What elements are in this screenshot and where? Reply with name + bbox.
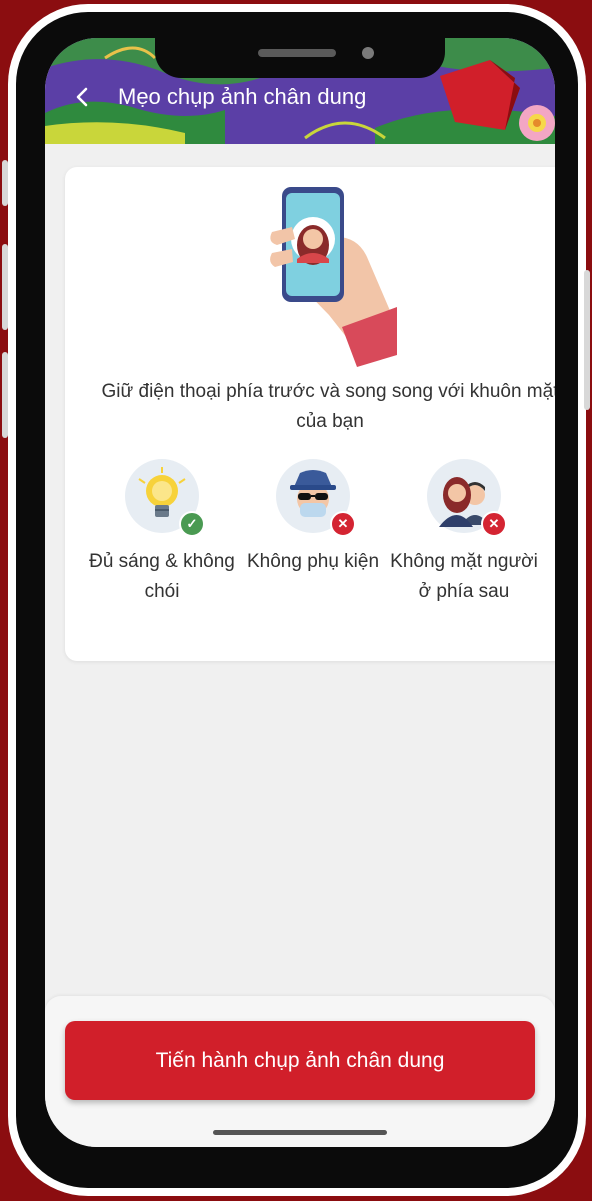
tip-label: Đủ sáng & không chói <box>89 551 235 602</box>
chevron-left-icon[interactable] <box>67 82 97 112</box>
notch <box>155 38 445 78</box>
start-portrait-capture-button[interactable]: Tiến hành chụp ảnh chân dung <box>65 1021 535 1100</box>
tip-no-people: ✕ Không mặt người ở phía sau <box>389 459 539 607</box>
speaker <box>258 49 336 57</box>
tip-accessories: ✕ Không phụ kiện <box>238 459 388 577</box>
people-icon: ✕ <box>427 459 507 537</box>
instruction-text: Giữ điện thoại phía trước và song song v… <box>101 381 556 432</box>
tip-lighting: ✓ Đủ sáng & không chói <box>87 459 237 607</box>
power-button <box>584 270 590 410</box>
page-title: Mẹo chụp ảnh chân dung <box>118 84 367 109</box>
volume-up-button <box>2 244 8 330</box>
home-indicator <box>213 1130 387 1135</box>
mute-switch <box>2 160 8 206</box>
tip-label: Không phụ kiện <box>246 551 380 572</box>
accessories-icon: ✕ <box>276 459 356 537</box>
front-camera <box>362 47 374 59</box>
phone-in-hand-illustration <box>270 187 397 367</box>
bottom-panel: Tiến hành chụp ảnh chân dung <box>45 996 555 1147</box>
tip-label: Không mặt người ở phía sau <box>390 551 538 602</box>
check-icon: ✓ <box>179 511 205 537</box>
close-icon: ✕ <box>481 511 507 537</box>
screen: Mẹo chụp ảnh chân dung Giữ điện thoại ph… <box>45 38 555 1147</box>
volume-down-button <box>2 352 8 438</box>
close-icon: ✕ <box>330 511 356 537</box>
tips-card: Giữ điện thoại phía trước và song song v… <box>65 167 555 661</box>
lightbulb-icon: ✓ <box>125 459 205 537</box>
